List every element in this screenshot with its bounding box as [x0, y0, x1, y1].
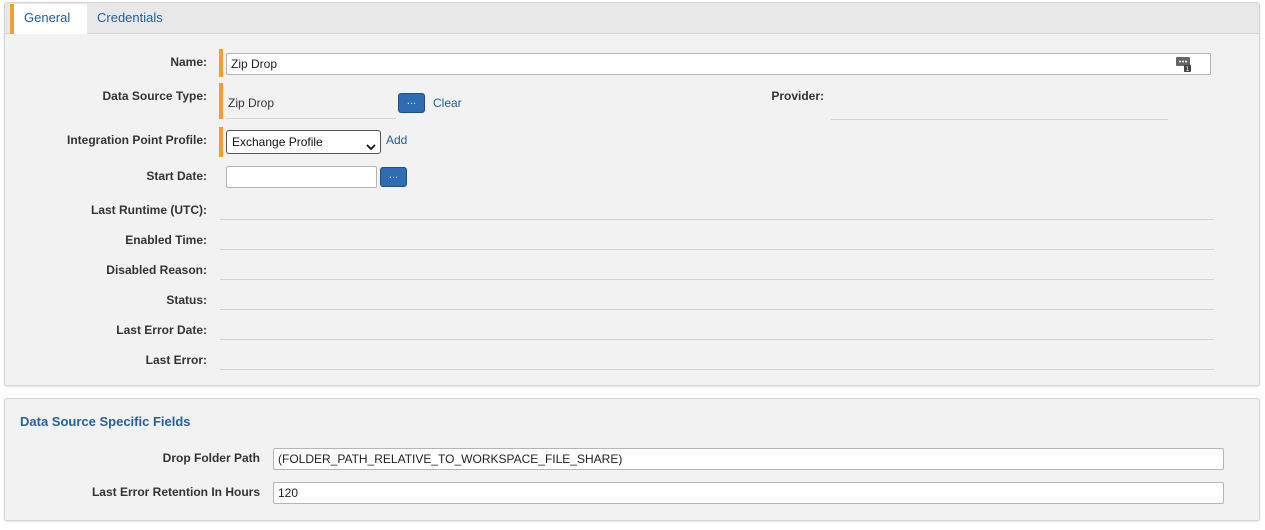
- data-source-type-value: Zip Drop: [228, 96, 275, 110]
- required-indicator: [219, 49, 223, 77]
- clear-link[interactable]: Clear: [433, 96, 462, 110]
- start-date-input[interactable]: [226, 166, 377, 188]
- tab-general[interactable]: General: [10, 4, 87, 34]
- provider-label: Provider:: [771, 89, 824, 103]
- add-profile-link[interactable]: Add: [386, 133, 407, 147]
- last-error-label: Last Error:: [145, 353, 207, 367]
- svg-text:1: 1: [1186, 66, 1190, 72]
- divider: [220, 249, 1214, 250]
- disabled-reason-label: Disabled Reason:: [106, 263, 207, 277]
- name-label: Name:: [170, 55, 207, 69]
- divider: [220, 369, 1214, 370]
- divider: [220, 339, 1214, 340]
- provider-value-line: [831, 119, 1168, 120]
- start-date-picker-button[interactable]: ...: [380, 167, 407, 187]
- last-error-retention-label: Last Error Retention In Hours: [91, 485, 260, 499]
- last-error-retention-value: 120: [278, 486, 299, 500]
- chevron-down-icon: [366, 137, 376, 151]
- text-field-icon[interactable]: 1: [1176, 56, 1192, 73]
- name-value: Zip Drop: [231, 57, 278, 71]
- required-indicator: [219, 127, 223, 157]
- data-source-specific-panel: Data Source Specific Fields Drop Folder …: [4, 398, 1260, 521]
- integration-point-profile-selected: Exchange Profile: [232, 135, 323, 149]
- name-input[interactable]: Zip Drop 1: [226, 53, 1211, 75]
- drop-folder-path-label: Drop Folder Path: [162, 451, 260, 465]
- status-label: Status:: [166, 293, 207, 307]
- tab-credentials[interactable]: Credentials: [97, 4, 163, 34]
- enabled-time-label: Enabled Time:: [125, 233, 207, 247]
- tab-bar: General Credentials: [5, 3, 1259, 34]
- last-runtime-label: Last Runtime (UTC):: [91, 203, 207, 217]
- integration-point-profile-label: Integration Point Profile:: [67, 133, 207, 147]
- data-source-type-label: Data Source Type:: [102, 89, 207, 103]
- data-source-type-browse-button[interactable]: ...: [398, 93, 425, 113]
- divider: [220, 279, 1214, 280]
- integration-point-profile-select[interactable]: Exchange Profile: [226, 130, 381, 154]
- general-panel: General Credentials Name: Zip Drop 1 Dat…: [4, 2, 1260, 386]
- section-title: Data Source Specific Fields: [20, 414, 191, 429]
- divider: [226, 118, 396, 119]
- drop-folder-path-input[interactable]: (FOLDER_PATH_RELATIVE_TO_WORKSPACE_FILE_…: [273, 448, 1224, 470]
- required-indicator: [219, 83, 223, 119]
- divider: [220, 309, 1214, 310]
- start-date-label: Start Date:: [146, 169, 207, 183]
- last-error-date-label: Last Error Date:: [116, 323, 207, 337]
- divider: [220, 219, 1214, 220]
- last-error-retention-input[interactable]: 120: [273, 482, 1224, 504]
- drop-folder-path-value: (FOLDER_PATH_RELATIVE_TO_WORKSPACE_FILE_…: [278, 452, 623, 466]
